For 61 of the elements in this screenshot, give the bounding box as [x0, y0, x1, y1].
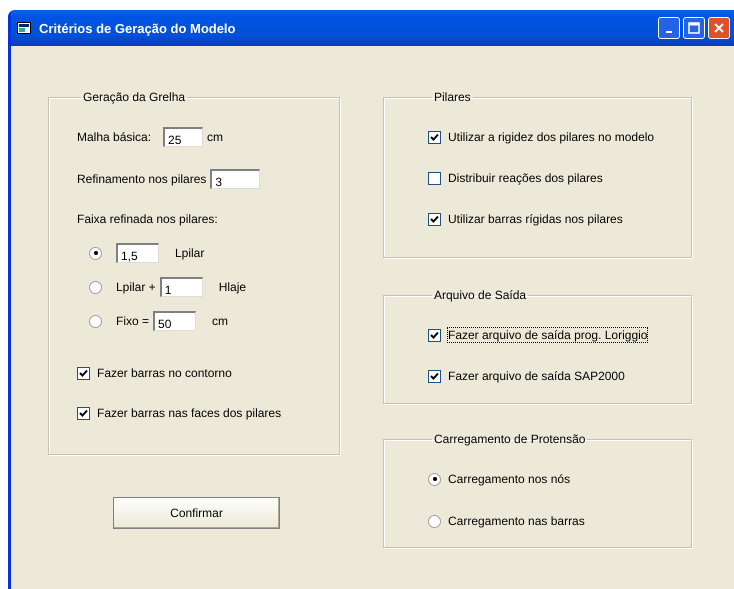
radio-button[interactable]	[89, 314, 102, 328]
radio-label: Carregamento nos nós	[448, 472, 570, 486]
checkbox-label: Fazer arquivo de saída prog. Loriggio	[448, 328, 648, 342]
group-title: Geração da Grelha	[82, 90, 186, 104]
check-icon	[430, 132, 439, 142]
radio-button[interactable]	[89, 246, 102, 260]
minimize-button[interactable]	[658, 17, 680, 39]
checkbox-label: Fazer arquivo de saída SAP2000	[448, 369, 625, 383]
group-title: Arquivo de Saída	[433, 288, 528, 302]
checkbox-label: Fazer barras no contorno	[97, 366, 232, 380]
checkbox[interactable]: Fazer arquivo de saída prog. Loriggio	[428, 328, 691, 342]
close-button[interactable]	[708, 17, 730, 39]
checkbox[interactable]: Fazer barras nas faces dos pilares	[77, 406, 339, 420]
checkbox-box[interactable]	[428, 328, 441, 342]
field-label: Refinamento nos pilares	[77, 172, 206, 186]
window-title: Critérios de Geração do Modelo	[39, 20, 236, 36]
input-field[interactable]: 3	[210, 169, 260, 189]
check-icon	[430, 214, 439, 224]
field-label: Malha básica:	[77, 130, 152, 144]
window-icon	[17, 22, 31, 34]
checkbox[interactable]: Fazer arquivo de saída SAP2000	[428, 369, 691, 383]
checkbox-box[interactable]	[77, 406, 90, 420]
maximize-button[interactable]	[683, 17, 705, 39]
check-icon	[430, 330, 439, 340]
checkbox-label: Utilizar barras rígidas nos pilares	[448, 212, 623, 226]
check-icon	[79, 408, 88, 418]
checkbox[interactable]: Distribuir reações dos pilares	[428, 171, 691, 185]
unit-label: cm	[212, 314, 228, 328]
checkbox[interactable]: Utilizar a rigidez dos pilares no modelo	[428, 130, 691, 144]
confirm-button[interactable]: Confirmar	[113, 497, 280, 529]
checkbox-box[interactable]	[428, 172, 441, 184]
checkbox-box[interactable]	[428, 370, 441, 382]
input-field[interactable]: 1,5	[116, 243, 159, 263]
checkbox-label: Distribuir reações dos pilares	[448, 171, 603, 185]
option-label: Lpilar +	[116, 280, 156, 294]
group-title: Pilares	[433, 90, 472, 104]
unit-label: cm	[207, 130, 224, 144]
minimize-icon	[666, 31, 672, 33]
check-icon	[79, 368, 88, 378]
checkbox[interactable]: Fazer barras no contorno	[77, 366, 339, 380]
checkbox-label: Utilizar a rigidez dos pilares no modelo	[448, 130, 654, 144]
radio-button[interactable]	[89, 280, 102, 294]
radio-button[interactable]	[428, 514, 441, 528]
input-field[interactable]: 1	[160, 277, 203, 297]
input-field[interactable]: 50	[153, 311, 196, 331]
checkbox-box[interactable]	[428, 130, 441, 144]
radio-button[interactable]	[428, 472, 441, 486]
input-field[interactable]: 25	[163, 127, 204, 147]
checkbox-box[interactable]	[77, 366, 90, 380]
checkbox[interactable]: Utilizar barras rígidas nos pilares	[428, 212, 691, 226]
group-title: Carregamento de Protensão	[433, 432, 586, 446]
unit-label: Lpilar	[175, 246, 204, 260]
check-icon	[430, 372, 439, 380]
close-icon	[713, 22, 725, 34]
checkbox-label: Fazer barras nas faces dos pilares	[97, 406, 282, 420]
option-label: Fixo =	[116, 314, 150, 328]
maximize-icon	[688, 22, 700, 34]
radio-label: Carregamento nas barras	[448, 514, 585, 528]
section-label: Faixa refinada nos pilares:	[77, 212, 218, 226]
unit-label: Hlaje	[218, 280, 246, 294]
checkbox-box[interactable]	[428, 212, 441, 226]
